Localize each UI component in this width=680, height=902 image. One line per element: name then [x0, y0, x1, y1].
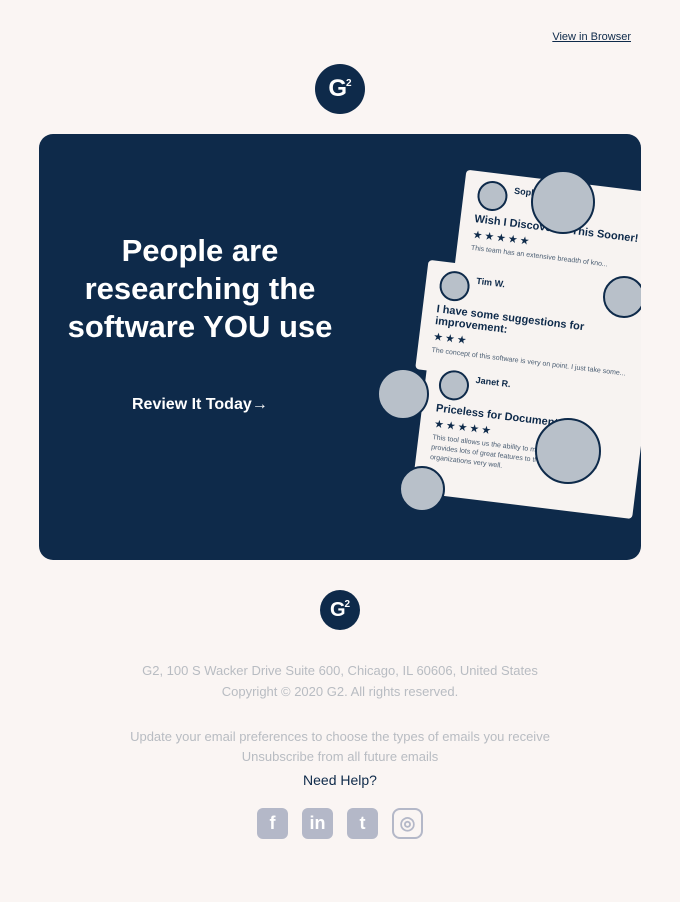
- logo-sup: 2: [346, 77, 352, 89]
- reviewer-photo: [603, 276, 641, 318]
- linkedin-icon[interactable]: in: [302, 808, 333, 839]
- unsub-suffix: from all future emails: [314, 749, 439, 764]
- review-card: Janet R. Priceless for Documentation ★★★…: [411, 358, 641, 520]
- facebook-icon[interactable]: f: [257, 808, 288, 839]
- reviewer-photo: [377, 368, 429, 420]
- footer-address: G2, 100 S Wacker Drive Suite 600, Chicag…: [142, 663, 538, 678]
- reviewer-avatar: [437, 368, 471, 403]
- twitter-icon[interactable]: t: [347, 808, 378, 839]
- footer-unsubscribe-line: Unsubscribe from all future emails: [0, 749, 680, 764]
- email-preferences-link[interactable]: email preferences: [205, 729, 308, 744]
- reviewer-photo: [535, 418, 601, 484]
- g2-logo[interactable]: G2: [315, 64, 365, 114]
- logo-sup: 2: [344, 598, 351, 610]
- review-it-today-button[interactable]: Review It Today→: [132, 396, 268, 414]
- unsubscribe-link[interactable]: Unsubscribe: [242, 749, 314, 764]
- hero-banner[interactable]: People are researching the software YOU …: [39, 134, 641, 560]
- reviewer-avatar: [475, 179, 510, 213]
- logo-mark: G: [328, 75, 348, 102]
- need-help-link[interactable]: Need Help?: [0, 772, 680, 788]
- footer-preferences-line: Update your email preferences to choose …: [0, 729, 680, 744]
- view-in-browser-link[interactable]: View in Browser: [552, 31, 631, 43]
- prefs-suffix: to choose the types of emails you receiv…: [307, 729, 550, 744]
- reviewer-photo: [531, 170, 595, 234]
- prefs-prefix: Update your: [130, 729, 205, 744]
- g2-footer-logo[interactable]: G2: [320, 590, 360, 630]
- reviewer-photo: [399, 466, 445, 512]
- instagram-icon[interactable]: ◎: [392, 808, 423, 839]
- hero-headline: People are researching the software YOU …: [67, 233, 333, 344]
- logo-mark: G: [329, 598, 346, 621]
- footer-copyright: Copyright © 2020 G2. All rights reserved…: [221, 684, 459, 699]
- social-icons: f in t ◎: [257, 808, 423, 839]
- reviewer-avatar: [437, 269, 472, 303]
